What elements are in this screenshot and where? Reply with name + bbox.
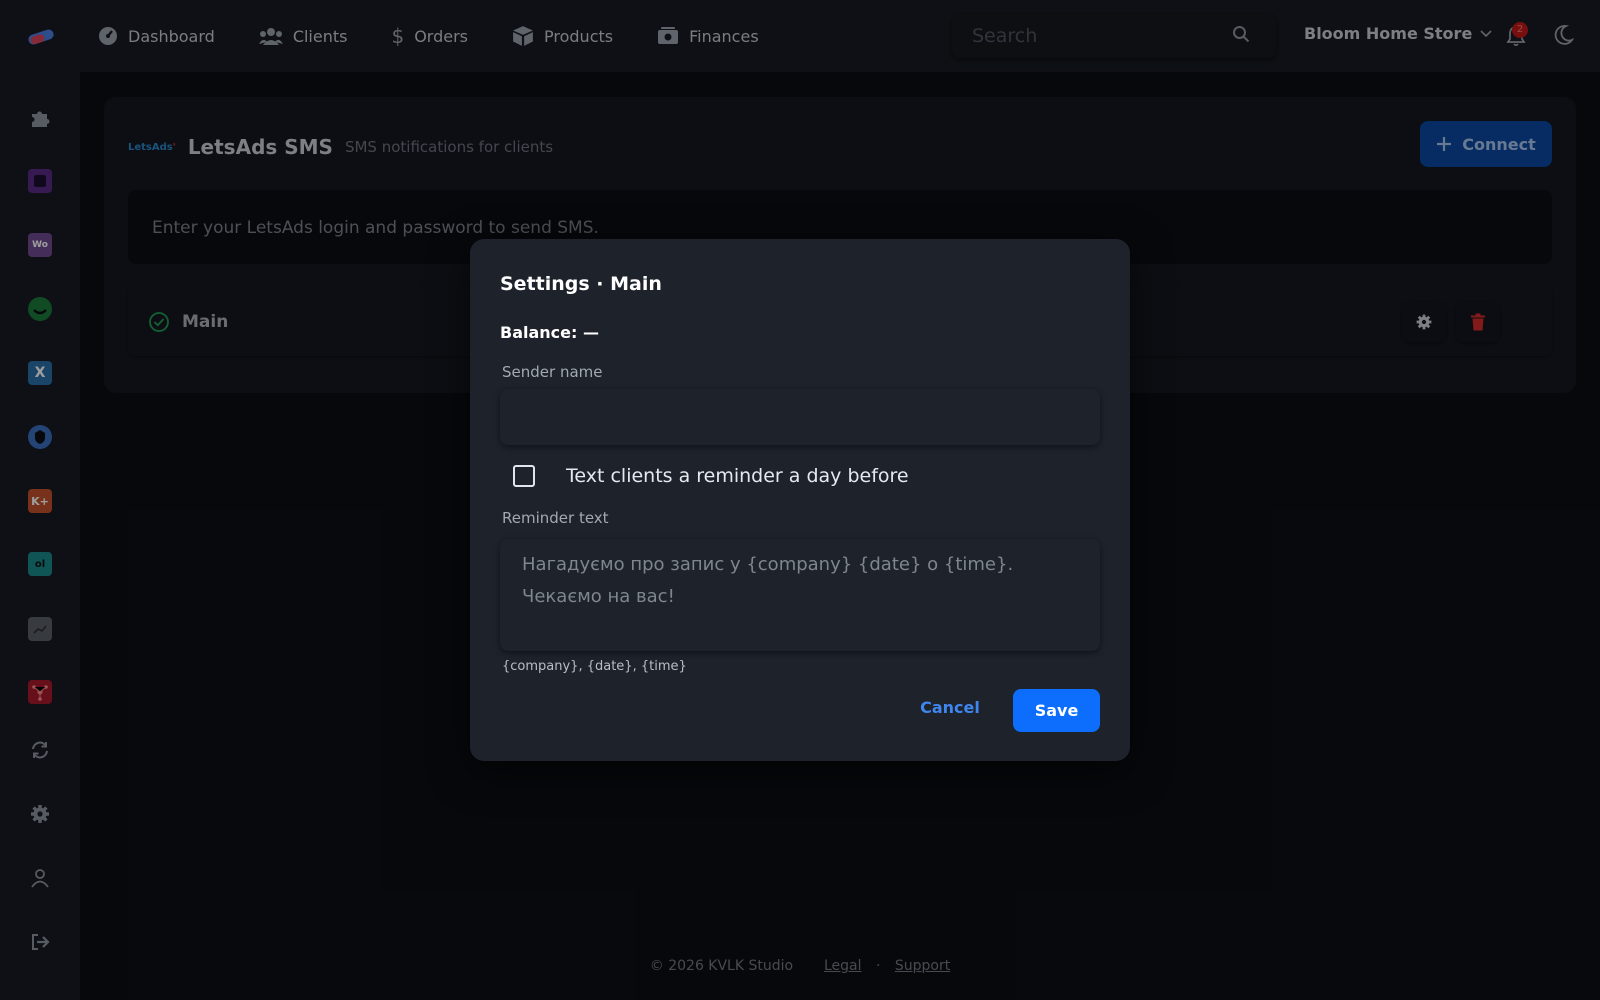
reminder-checkbox-label[interactable]: Text clients a reminder a day before [566,465,909,487]
variables-hint: {company}, {date}, {time} [502,659,687,674]
sender-name-input[interactable] [500,389,1100,445]
reminder-text-line-1: Нагадуємо про запис у {company} {date} о… [522,554,1014,575]
sender-name-label: Sender name [502,363,603,381]
save-button[interactable]: Save [1013,689,1100,732]
reminder-text-label: Reminder text [502,509,609,527]
settings-modal: Settings · Main Balance: — Sender name T… [470,239,1130,761]
reminder-checkbox[interactable] [513,465,535,487]
balance-label: Balance: — [500,323,599,342]
reminder-textarea[interactable]: Нагадуємо про запис у {company} {date} о… [500,539,1100,651]
modal-title: Settings · Main [500,273,662,295]
reminder-text-line-2: Чекаємо на вас! [522,586,675,607]
cancel-button[interactable]: Cancel [918,691,982,723]
